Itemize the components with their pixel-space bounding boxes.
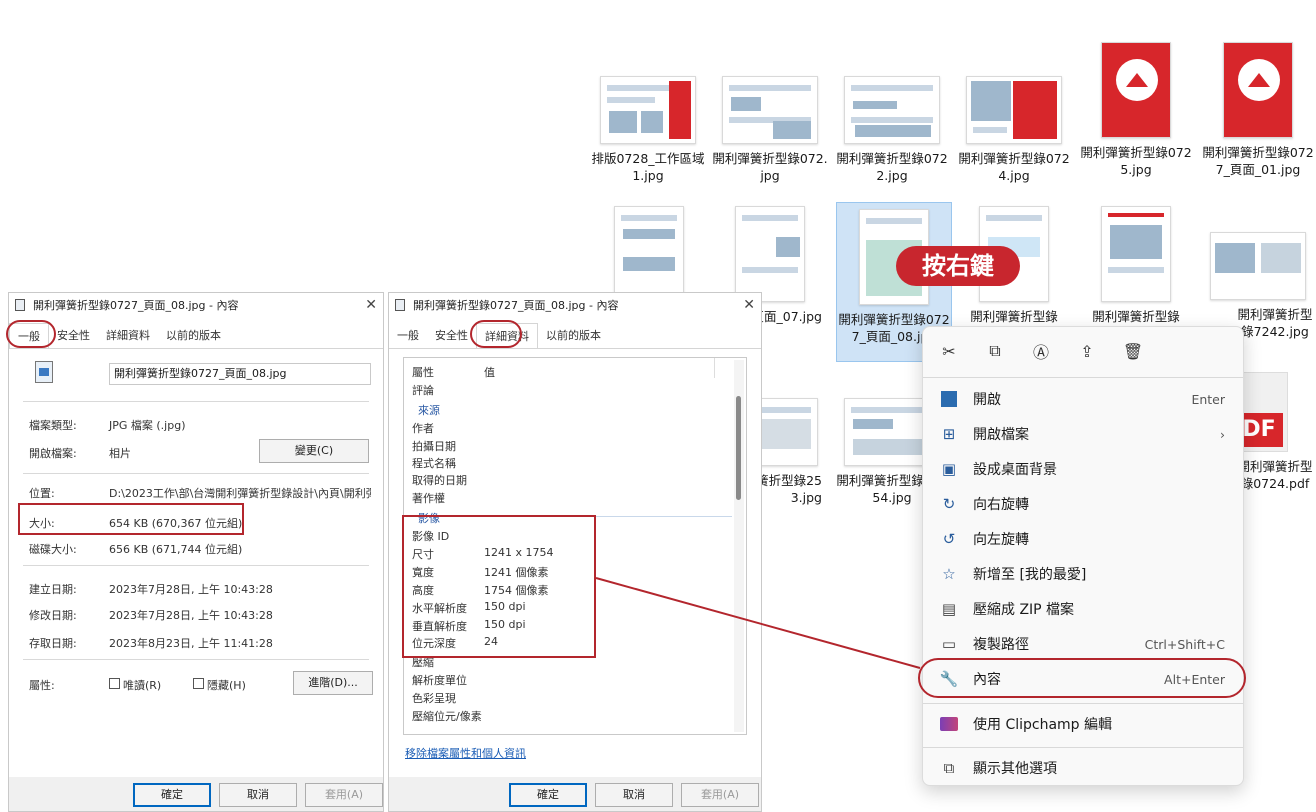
menu-item-rotate-left[interactable]: ↺ 向左旋轉 <box>923 522 1243 556</box>
menu-item-open-with[interactable]: ⊞ 開啟檔案 › <box>923 417 1243 451</box>
rotate-left-icon: ↺ <box>942 530 956 548</box>
zip-icon: ▤ <box>941 600 957 618</box>
open-icon <box>939 389 959 409</box>
star-icon: ☆ <box>942 565 956 583</box>
rename-icon[interactable]: Ⓐ <box>1031 341 1051 362</box>
menu-item-compress-zip[interactable]: ▤ 壓縮成 ZIP 檔案 <box>923 592 1243 626</box>
chevron-right-icon: › <box>1220 426 1225 442</box>
menu-item-clipchamp[interactable]: 使用 Clipchamp 編輯 <box>923 707 1243 741</box>
copy-icon[interactable]: ⧉ <box>985 341 1005 361</box>
copy-path-icon: ▭ <box>941 635 957 653</box>
quick-actions: ✂ ⧉ Ⓐ ⇪ 🗑 <box>939 341 1143 362</box>
delete-icon[interactable]: 🗑 <box>1123 341 1143 361</box>
cut-icon[interactable]: ✂ <box>939 341 959 361</box>
rotate-right-icon: ↻ <box>942 495 956 513</box>
wallpaper-icon: ▣ <box>941 460 957 478</box>
menu-item-more-options[interactable]: ⧉ 顯示其他選項 <box>923 751 1243 785</box>
more-options-icon: ⧉ <box>943 759 955 777</box>
context-menu: ✂ ⧉ Ⓐ ⇪ 🗑 開啟 Enter ⊞ 開啟檔案 › ▣ 設成桌面背景 ↻ 向… <box>922 326 1244 786</box>
menu-item-copy-path[interactable]: ▭ 複製路徑 Ctrl+Shift+C <box>923 627 1243 661</box>
menu-item-add-favorites[interactable]: ☆ 新增至 [我的最愛] <box>923 557 1243 591</box>
open-with-icon: ⊞ <box>942 425 956 443</box>
highlight-properties-item <box>918 658 1246 698</box>
clipchamp-icon <box>939 714 959 734</box>
menu-item-set-wallpaper[interactable]: ▣ 設成桌面背景 <box>923 452 1243 486</box>
menu-item-open[interactable]: 開啟 Enter <box>923 382 1243 416</box>
menu-item-rotate-right[interactable]: ↻ 向右旋轉 <box>923 487 1243 521</box>
share-icon[interactable]: ⇪ <box>1077 341 1097 361</box>
